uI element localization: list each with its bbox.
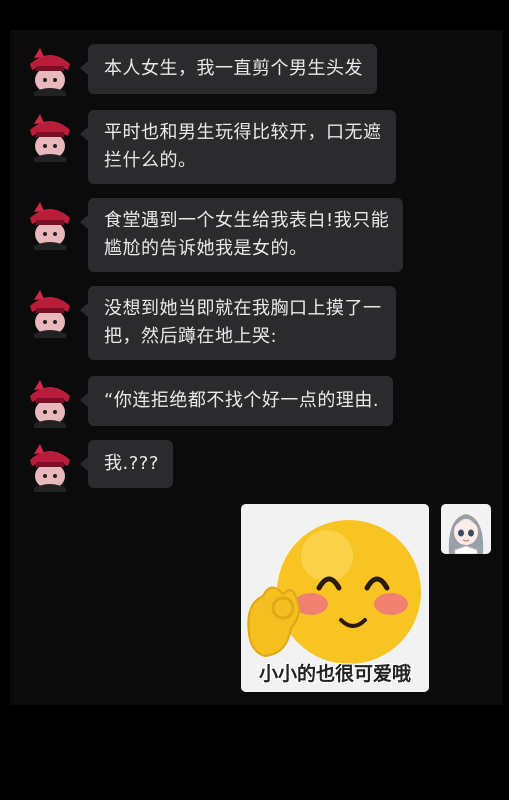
message-bubble[interactable]: 本人女生，我一直剪个男生头发: [80, 44, 377, 94]
message-row: 没想到她当即就在我胸口上摸了一 把，然后蹲在地上哭:: [10, 286, 503, 360]
my-avatar-icon[interactable]: [441, 504, 491, 554]
message-row: “你连拒绝都不找个好一点的理由.: [10, 376, 503, 428]
message-row: 我.???: [10, 440, 503, 492]
sticker-message[interactable]: 小小的也很可爱哦: [241, 504, 429, 692]
message-row: 本人女生，我一直剪个男生头发: [10, 44, 503, 96]
message-bubble[interactable]: 我.???: [80, 440, 173, 488]
message-bubble[interactable]: 没想到她当即就在我胸口上摸了一 把，然后蹲在地上哭:: [80, 286, 396, 360]
other-avatar-icon[interactable]: [24, 286, 76, 338]
message-bubble[interactable]: 食堂遇到一个女生给我表白!我只能 尴尬的告诉她我是女的。: [79, 198, 404, 272]
message-bubble[interactable]: 平时也和男生玩得比较开，口无遮 拦什么的。: [80, 110, 396, 184]
sticker-caption: 小小的也很可爱哦: [258, 663, 411, 685]
chat-panel: 本人女生，我一直剪个男生头发 平时也和男生玩得比较开，口无遮 拦什么的。 食堂遇…: [10, 30, 503, 705]
other-avatar-icon[interactable]: [24, 44, 76, 96]
other-avatar-icon[interactable]: [24, 110, 76, 162]
message-row: 食堂遇到一个女生给我表白!我只能 尴尬的告诉她我是女的。: [10, 198, 503, 272]
other-avatar-icon[interactable]: [24, 198, 76, 250]
message-row: 平时也和男生玩得比较开，口无遮 拦什么的。: [10, 110, 503, 184]
other-avatar-icon[interactable]: [24, 376, 76, 428]
other-avatar-icon[interactable]: [24, 440, 76, 492]
message-bubble[interactable]: “你连拒绝都不找个好一点的理由.: [79, 376, 394, 426]
